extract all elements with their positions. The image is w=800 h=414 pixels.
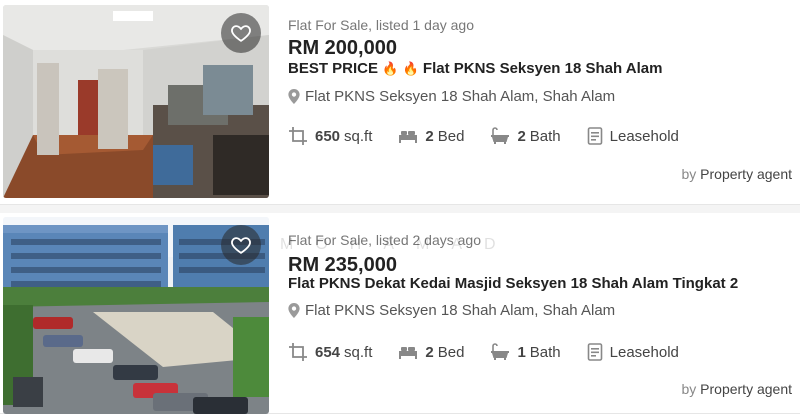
area-value: 654 — [315, 343, 341, 361]
bed-value: 2 — [425, 127, 434, 145]
agent-name: Property agent — [700, 381, 792, 397]
area-unit: sq.ft — [344, 343, 373, 361]
heart-outline-icon — [231, 25, 251, 42]
document-icon — [587, 127, 602, 145]
map-pin-icon — [288, 303, 300, 318]
agent-by: by — [681, 166, 697, 182]
area-crop-icon — [289, 343, 307, 361]
bed-label: Bed — [437, 127, 465, 145]
listing-info: Flat For Sale, listed 1 day ago RM 200,0… — [288, 0, 800, 204]
title-text: Flat PKNS Seksyen 18 Shah Alam — [422, 60, 663, 77]
agent-label[interactable]: by Property agent — [681, 166, 792, 182]
area-unit: sq.ft — [344, 127, 373, 145]
listing-photo[interactable] — [3, 5, 269, 198]
bed-icon — [399, 131, 418, 143]
bed-feature: 2 Bed — [398, 128, 464, 145]
tenure-feature: Leasehold — [587, 127, 679, 145]
listing-address: Flat PKNS Seksyen 18 Shah Alam, Shah Ala… — [288, 302, 615, 319]
agent-name: Property agent — [700, 166, 792, 182]
bath-value: 1 — [517, 343, 526, 361]
bath-feature: 2 Bath — [490, 127, 561, 145]
listing-photo[interactable] — [3, 217, 269, 414]
agent-by: by — [681, 381, 697, 397]
listing-subtitle: Flat For Sale, listed 1 day ago — [288, 17, 474, 33]
listing-price: RM 200,000 — [288, 37, 397, 59]
bathtub-icon — [491, 127, 510, 144]
bed-icon — [399, 347, 418, 359]
fire-icon: 🔥 — [402, 61, 419, 76]
area-crop-icon — [289, 127, 307, 145]
area-feature: 650 sq.ft — [288, 126, 372, 146]
bath-feature: 1 Bath — [490, 343, 561, 361]
tenure-text: Leasehold — [609, 127, 679, 145]
listing-card[interactable]: Flat For Sale, listed 1 day ago RM 200,0… — [0, 0, 800, 205]
favorite-button[interactable] — [221, 13, 261, 53]
listing-title[interactable]: Flat PKNS Dekat Kedai Masjid Seksyen 18 … — [288, 275, 738, 292]
listing-title[interactable]: BEST PRICE 🔥 🔥 Flat PKNS Seksyen 18 Shah… — [288, 60, 662, 77]
area-feature: 654 sq.ft — [288, 342, 372, 362]
tenure-text: Leasehold — [609, 343, 679, 361]
bathtub-icon — [491, 343, 510, 360]
address-text: Flat PKNS Seksyen 18 Shah Alam, Shah Ala… — [305, 88, 616, 105]
area-value: 650 — [315, 127, 341, 145]
listing-page: Flat For Sale, listed 1 day ago RM 200,0… — [0, 0, 800, 414]
listing-address: Flat PKNS Seksyen 18 Shah Alam, Shah Ala… — [288, 88, 615, 105]
heart-outline-icon — [231, 237, 251, 254]
map-pin-icon — [288, 89, 300, 104]
title-prefix: BEST PRICE — [288, 60, 379, 77]
tenure-feature: Leasehold — [587, 343, 679, 361]
address-text: Flat PKNS Seksyen 18 Shah Alam, Shah Ala… — [305, 302, 616, 319]
bath-label: Bath — [529, 343, 561, 361]
favorite-button[interactable] — [221, 225, 261, 265]
listing-price: RM 235,000 — [288, 254, 397, 276]
watermark-text: MOHAMAD — [280, 236, 518, 253]
listing-features: 650 sq.ft 2 Bed 2 Bath Leasehold — [288, 126, 705, 146]
fire-icon: 🔥 — [382, 61, 399, 76]
bed-feature: 2 Bed — [398, 344, 464, 361]
document-icon — [587, 343, 602, 361]
bed-value: 2 — [425, 343, 434, 361]
bed-label: Bed — [437, 343, 465, 361]
listing-features: 654 sq.ft 2 Bed 1 Bath Leasehold — [288, 342, 705, 362]
agent-label[interactable]: by Property agent — [681, 381, 792, 397]
bath-value: 2 — [517, 127, 526, 145]
bath-label: Bath — [529, 127, 561, 145]
